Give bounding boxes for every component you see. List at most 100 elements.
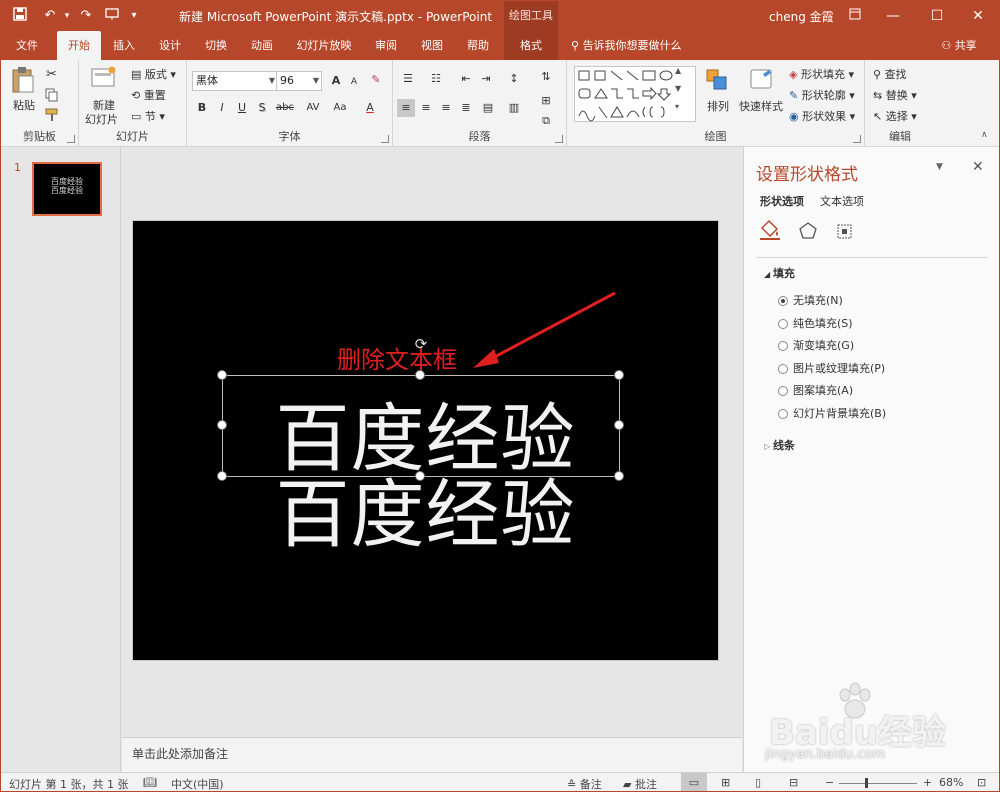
resize-handle-ne[interactable] bbox=[614, 370, 624, 380]
quick-styles-label[interactable]: 快速样式 bbox=[739, 98, 783, 114]
decrease-indent-icon[interactable]: ⇤ bbox=[457, 70, 475, 88]
distributed-icon[interactable]: ▤ bbox=[479, 99, 497, 117]
tab-file[interactable]: 文件 bbox=[7, 31, 47, 60]
quick-styles-icon[interactable] bbox=[749, 68, 775, 95]
pane-options-icon[interactable]: ▼ bbox=[936, 162, 943, 172]
customize-toolbar-icon[interactable]: ▾ bbox=[125, 7, 143, 25]
copy-icon[interactable] bbox=[45, 88, 59, 105]
shapes-more-icon[interactable]: ▾ bbox=[675, 102, 689, 111]
reading-view-icon[interactable]: ▯ bbox=[755, 776, 761, 789]
slide-thumbnail[interactable]: 百度经验 百度经验 bbox=[32, 162, 102, 216]
maximize-icon[interactable]: ☐ bbox=[915, 1, 959, 31]
tab-text-options[interactable]: 文本选项 bbox=[820, 193, 864, 209]
close-window-icon[interactable]: ✕ bbox=[956, 1, 999, 31]
align-left-icon[interactable]: ≡ bbox=[397, 99, 415, 117]
shapes-scroll-up-icon[interactable]: ▲ bbox=[675, 66, 689, 75]
resize-handle-n[interactable] bbox=[415, 370, 425, 380]
bullets-icon[interactable]: ☰ bbox=[399, 70, 417, 88]
fill-section-header[interactable]: ◢ 填充 bbox=[764, 265, 795, 281]
tab-transitions[interactable]: 切换 bbox=[197, 31, 235, 60]
shape-effects-button[interactable]: ◉ 形状效果 ▾ bbox=[789, 108, 855, 124]
fill-option-no-fill[interactable]: 无填充(N) bbox=[778, 292, 843, 308]
share-button[interactable]: ⚇ 共享 bbox=[936, 31, 982, 60]
normal-view-icon[interactable]: ▭ bbox=[681, 773, 707, 791]
increase-indent-icon[interactable]: ⇥ bbox=[477, 70, 495, 88]
close-pane-icon[interactable]: ✕ bbox=[972, 159, 984, 175]
italic-button[interactable]: I bbox=[213, 99, 231, 117]
bold-button[interactable]: B bbox=[193, 99, 211, 117]
text-direction-icon[interactable]: ⇅ bbox=[537, 68, 555, 86]
language-text[interactable]: 中文(中国) bbox=[171, 776, 224, 791]
shape-outline-button[interactable]: ✎ 形状轮廓 ▾ bbox=[789, 87, 855, 103]
font-size-combo[interactable]: 96 ▼ bbox=[276, 71, 322, 91]
tab-view[interactable]: 视图 bbox=[413, 31, 451, 60]
fill-option-slide-background[interactable]: 幻灯片背景填充(B) bbox=[778, 405, 886, 421]
char-spacing-button[interactable]: AV bbox=[301, 99, 325, 117]
font-name-combo[interactable]: 黑体 ▼ bbox=[192, 71, 278, 91]
tell-me-box[interactable]: ⚲ 告诉我你想要做什么 bbox=[571, 31, 682, 60]
numbering-icon[interactable]: ☷ bbox=[427, 70, 445, 88]
section-button[interactable]: ▭ 节 ▾ bbox=[131, 108, 165, 124]
save-icon[interactable] bbox=[11, 7, 29, 25]
present-from-start-icon[interactable] bbox=[103, 7, 121, 25]
grow-font-button[interactable]: A bbox=[327, 72, 345, 90]
rotate-handle-icon[interactable]: ⟳ bbox=[413, 336, 429, 352]
zoom-slider-thumb[interactable] bbox=[865, 778, 868, 788]
paste-button[interactable] bbox=[11, 66, 35, 97]
resize-handle-se[interactable] bbox=[614, 471, 624, 481]
collapse-ribbon-icon[interactable]: ∧ bbox=[981, 130, 988, 140]
slide-canvas[interactable]: 百度经验 百度经验 删除文本框 ⟳ bbox=[132, 220, 719, 661]
replace-button[interactable]: ⇆ 替换 ▾ bbox=[873, 87, 917, 103]
strikethrough-button[interactable]: abc bbox=[273, 99, 297, 117]
line-section-header[interactable]: ▷ 线条 bbox=[764, 437, 795, 453]
align-right-icon[interactable]: ≡ bbox=[437, 99, 455, 117]
clipboard-launcher-icon[interactable] bbox=[67, 135, 75, 143]
underline-button[interactable]: U bbox=[233, 99, 251, 117]
zoom-in-icon[interactable]: + bbox=[923, 776, 932, 789]
line-spacing-icon[interactable]: ↕ bbox=[505, 70, 523, 88]
align-text-icon[interactable]: ⊞ bbox=[537, 92, 555, 110]
columns-icon[interactable]: ▥ bbox=[505, 99, 523, 117]
fit-to-window-icon[interactable]: ⊡ bbox=[977, 776, 986, 789]
notes-toggle[interactable]: ≙ 备注 bbox=[567, 776, 602, 791]
resize-handle-e[interactable] bbox=[614, 420, 624, 430]
layout-button[interactable]: ▤ 版式 ▾ bbox=[131, 66, 176, 82]
clear-formatting-icon[interactable]: ✎ bbox=[367, 71, 385, 89]
tab-design[interactable]: 设计 bbox=[151, 31, 189, 60]
undo-icon[interactable]: ↶ bbox=[41, 7, 59, 25]
tab-slideshow[interactable]: 幻灯片放映 bbox=[291, 31, 357, 60]
spellcheck-icon[interactable]: 📖︎ bbox=[143, 776, 157, 789]
slide-sorter-icon[interactable]: ⊞ bbox=[721, 776, 730, 789]
new-slide-icon[interactable] bbox=[91, 66, 117, 91]
arrange-label[interactable]: 排列 bbox=[707, 98, 729, 114]
selected-textbox[interactable]: ⟳ bbox=[217, 336, 624, 481]
fill-option-gradient[interactable]: 渐变填充(G) bbox=[778, 337, 854, 353]
font-launcher-icon[interactable] bbox=[381, 135, 389, 143]
reset-button[interactable]: ⟲ 重置 bbox=[131, 87, 166, 103]
drawing-launcher-icon[interactable] bbox=[853, 135, 861, 143]
tab-shape-options[interactable]: 形状选项 bbox=[760, 193, 804, 209]
arrange-icon[interactable] bbox=[705, 68, 729, 95]
new-slide-label-2[interactable]: 幻灯片 bbox=[85, 111, 118, 127]
shape-fill-button[interactable]: ◈ 形状填充 ▾ bbox=[789, 66, 854, 82]
minimize-icon[interactable]: — bbox=[871, 1, 915, 31]
tab-format[interactable]: 格式 bbox=[504, 31, 558, 60]
notes-pane[interactable]: 单击此处添加备注 bbox=[122, 737, 742, 772]
align-center-icon[interactable]: ≡ bbox=[417, 99, 435, 117]
zoom-out-icon[interactable]: − bbox=[825, 776, 834, 789]
redo-icon[interactable]: ↷ bbox=[77, 7, 95, 25]
format-painter-icon[interactable] bbox=[45, 108, 59, 125]
shapes-scroll-down-icon[interactable]: ▼ bbox=[675, 84, 689, 93]
shadow-button[interactable]: S bbox=[253, 99, 271, 117]
tab-help[interactable]: 帮助 bbox=[459, 31, 497, 60]
tab-insert[interactable]: 插入 bbox=[105, 31, 143, 60]
slideshow-view-icon[interactable]: ⊟ bbox=[789, 776, 798, 789]
shrink-font-button[interactable]: A bbox=[345, 73, 363, 91]
fill-option-pattern[interactable]: 图案填充(A) bbox=[778, 382, 853, 398]
user-name[interactable]: cheng 金霞 bbox=[769, 8, 834, 25]
size-properties-icon[interactable] bbox=[834, 221, 854, 244]
resize-handle-sw[interactable] bbox=[217, 471, 227, 481]
tab-review[interactable]: 审阅 bbox=[367, 31, 405, 60]
select-button[interactable]: ↖ 选择 ▾ bbox=[873, 108, 917, 124]
tab-home[interactable]: 开始 bbox=[57, 31, 101, 60]
